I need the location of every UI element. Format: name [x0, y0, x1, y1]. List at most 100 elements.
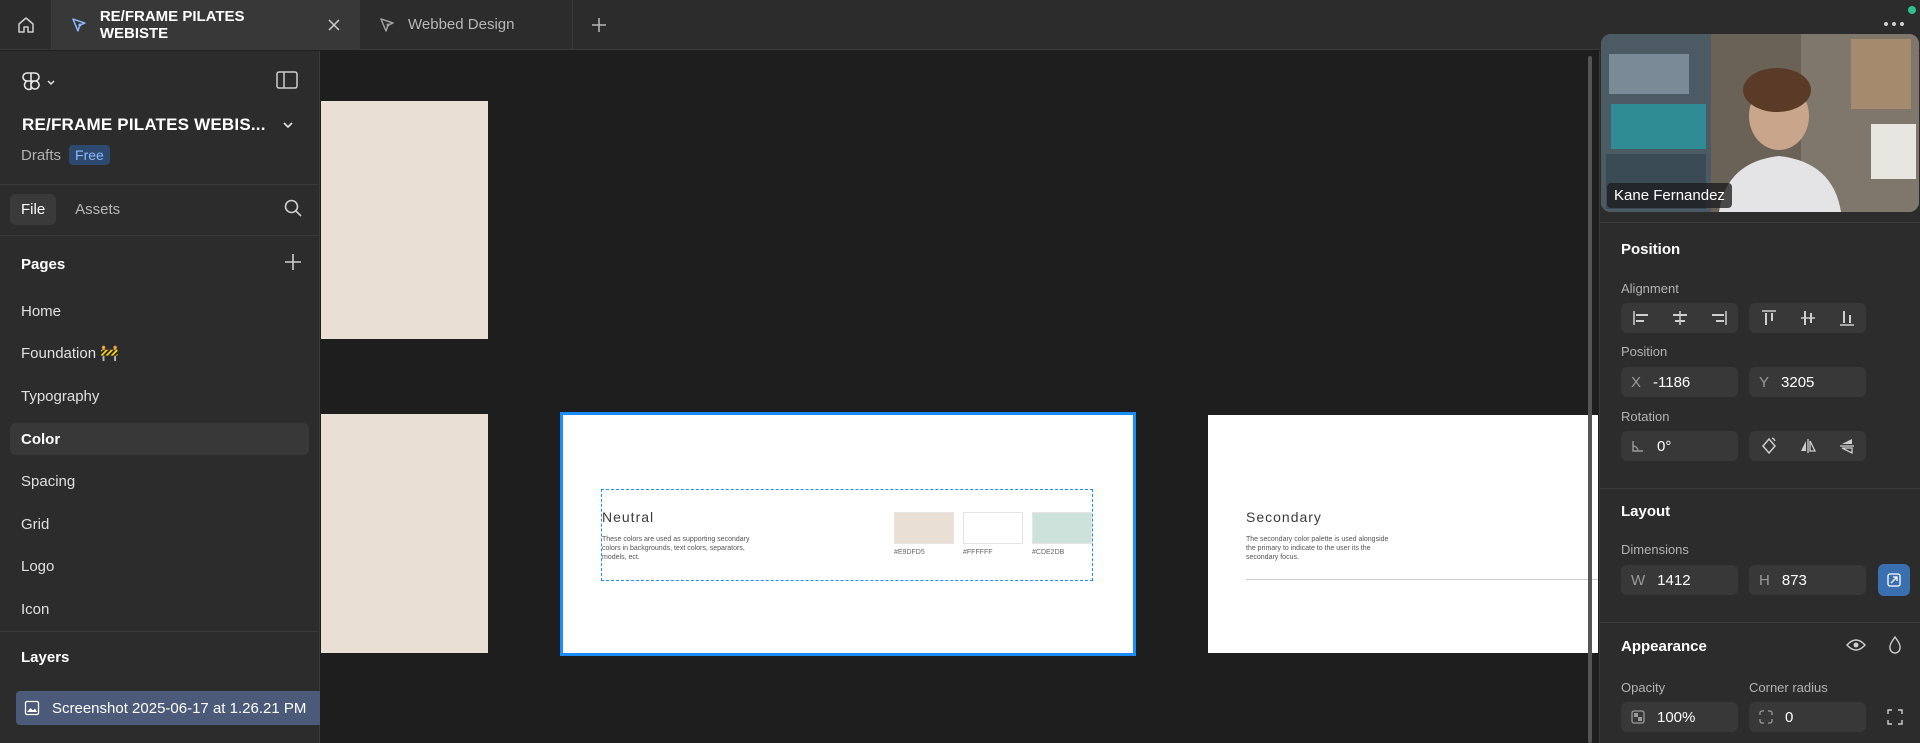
divider — [0, 631, 320, 632]
swatch-mint[interactable] — [1032, 512, 1092, 544]
align-center-horizontal-icon — [1672, 311, 1687, 325]
canvas-frame-beige-bottom[interactable] — [321, 414, 488, 653]
layer-item-screenshot[interactable]: Screenshot 2025-06-17 at 1.26.21 PM — [16, 691, 320, 725]
add-page-button[interactable] — [284, 253, 302, 271]
participant-name: Kane Fernandez — [1607, 183, 1732, 208]
eye-icon — [1846, 639, 1866, 651]
toggle-visibility-button[interactable] — [1841, 630, 1871, 660]
align-top-button[interactable] — [1749, 303, 1788, 333]
page-item-logo[interactable]: Logo — [10, 550, 309, 582]
dimensions-label: Dimensions — [1621, 542, 1689, 557]
canvas-scrollbar[interactable] — [1588, 56, 1592, 743]
divider — [1600, 622, 1920, 623]
height-field[interactable]: H 873 — [1749, 565, 1866, 595]
more-options-button[interactable] — [1882, 14, 1906, 34]
toggle-sidebar-button[interactable] — [276, 71, 298, 89]
flip-horizontal-button[interactable] — [1788, 431, 1827, 461]
figma-logo-icon — [22, 72, 40, 91]
project-title[interactable]: RE/FRAME PILATES WEBIS... — [22, 115, 266, 135]
design-canvas[interactable]: Neutral These colors are used as support… — [321, 51, 1598, 743]
align-left-button[interactable] — [1621, 303, 1660, 333]
expand-corners-icon — [1887, 709, 1903, 725]
corner-radius-field[interactable]: 0 — [1749, 702, 1866, 732]
layer-label: Screenshot 2025-06-17 at 1.26.21 PM — [52, 699, 307, 717]
file-assets-tabs: File Assets — [10, 194, 131, 225]
rotation-value: 0° — [1657, 437, 1672, 455]
layout-header: Layout — [1621, 503, 1671, 520]
rotate-icon — [1761, 437, 1776, 455]
corner-radius-icon — [1759, 710, 1773, 724]
align-right-button[interactable] — [1699, 303, 1738, 333]
tab-assets[interactable]: Assets — [64, 194, 131, 225]
rotate-button[interactable] — [1749, 431, 1788, 461]
search-icon — [284, 199, 302, 217]
y-position-field[interactable]: Y 3205 — [1749, 367, 1866, 397]
page-item-spacing[interactable]: Spacing — [10, 465, 309, 497]
w-value: 1412 — [1657, 571, 1691, 589]
page-item-icon[interactable]: Icon — [10, 593, 309, 625]
page-label: Typography — [21, 387, 100, 405]
divider — [0, 235, 320, 236]
drafts-link[interactable]: Drafts — [21, 147, 61, 164]
page-label: Grid — [21, 515, 50, 533]
x-position-field[interactable]: X -1186 — [1621, 367, 1738, 397]
plus-icon — [592, 17, 606, 32]
align-top-icon — [1761, 310, 1776, 325]
flip-vertical-button[interactable] — [1827, 431, 1866, 461]
neutral-heading: Neutral — [602, 509, 655, 525]
tab-reframe-pilates[interactable]: RE/FRAME PILATES WEBISTE — [52, 0, 360, 49]
project-menu-button[interactable] — [282, 119, 294, 131]
opacity-field[interactable]: 100% — [1621, 702, 1738, 732]
page-item-home[interactable]: Home — [10, 295, 309, 327]
horizontal-align-group — [1621, 303, 1738, 333]
video-call-tile[interactable]: Kane Fernandez — [1601, 34, 1919, 212]
x-value: -1186 — [1653, 373, 1691, 391]
align-center-h-button[interactable] — [1660, 303, 1699, 333]
corner-radius-value: 0 — [1785, 708, 1794, 726]
align-left-icon — [1632, 311, 1648, 325]
close-tab-button[interactable] — [327, 18, 341, 32]
independent-corners-button[interactable] — [1880, 702, 1910, 732]
h-prefix: H — [1759, 571, 1770, 589]
page-item-color[interactable]: Color — [10, 423, 309, 455]
home-tab[interactable] — [0, 0, 52, 49]
new-tab-button[interactable] — [573, 0, 625, 49]
droplet-icon — [1889, 636, 1901, 654]
appearance-header: Appearance — [1621, 638, 1707, 655]
flip-horizontal-icon — [1800, 439, 1816, 453]
divider — [1600, 488, 1920, 489]
page-item-typography[interactable]: Typography — [10, 380, 309, 412]
page-label: Spacing — [21, 472, 76, 490]
h-value: 873 — [1781, 571, 1807, 589]
align-center-vertical-icon — [1800, 311, 1815, 325]
tab-webbed-design[interactable]: Webbed Design — [360, 0, 573, 49]
swatch-white[interactable] — [963, 512, 1023, 544]
search-button[interactable] — [284, 199, 302, 217]
more-horizontal-icon — [1884, 22, 1904, 26]
angle-icon — [1632, 441, 1643, 452]
position-label: Position — [1621, 344, 1668, 359]
rotation-label: Rotation — [1621, 409, 1670, 424]
page-item-foundation[interactable]: Foundation 🚧 — [10, 337, 309, 369]
canvas-frame-beige-top[interactable] — [321, 101, 488, 339]
align-center-v-button[interactable] — [1788, 303, 1827, 333]
tab-file[interactable]: File — [10, 194, 57, 225]
align-right-icon — [1711, 311, 1727, 325]
opacity-label: Opacity — [1621, 680, 1666, 695]
constrain-proportions-button[interactable] — [1878, 564, 1910, 596]
transform-group — [1749, 431, 1866, 461]
resize-lock-icon — [1887, 573, 1901, 587]
secondary-color-frame[interactable]: Secondary The secondary color palette is… — [1208, 415, 1598, 653]
rotation-field[interactable]: 0° — [1621, 431, 1738, 461]
blend-mode-button[interactable] — [1880, 630, 1910, 660]
plan-badge[interactable]: Free — [69, 145, 110, 165]
secondary-heading: Secondary — [1246, 509, 1322, 525]
neutral-color-frame[interactable]: Neutral These colors are used as support… — [560, 412, 1136, 656]
layers-header: Layers — [21, 649, 70, 666]
page-item-grid[interactable]: Grid — [10, 508, 309, 540]
main-menu-button[interactable] — [22, 71, 56, 95]
swatch-beige[interactable] — [894, 512, 954, 544]
width-field[interactable]: W 1412 — [1621, 565, 1738, 595]
design-file-icon — [72, 17, 86, 32]
align-bottom-button[interactable] — [1827, 303, 1866, 333]
